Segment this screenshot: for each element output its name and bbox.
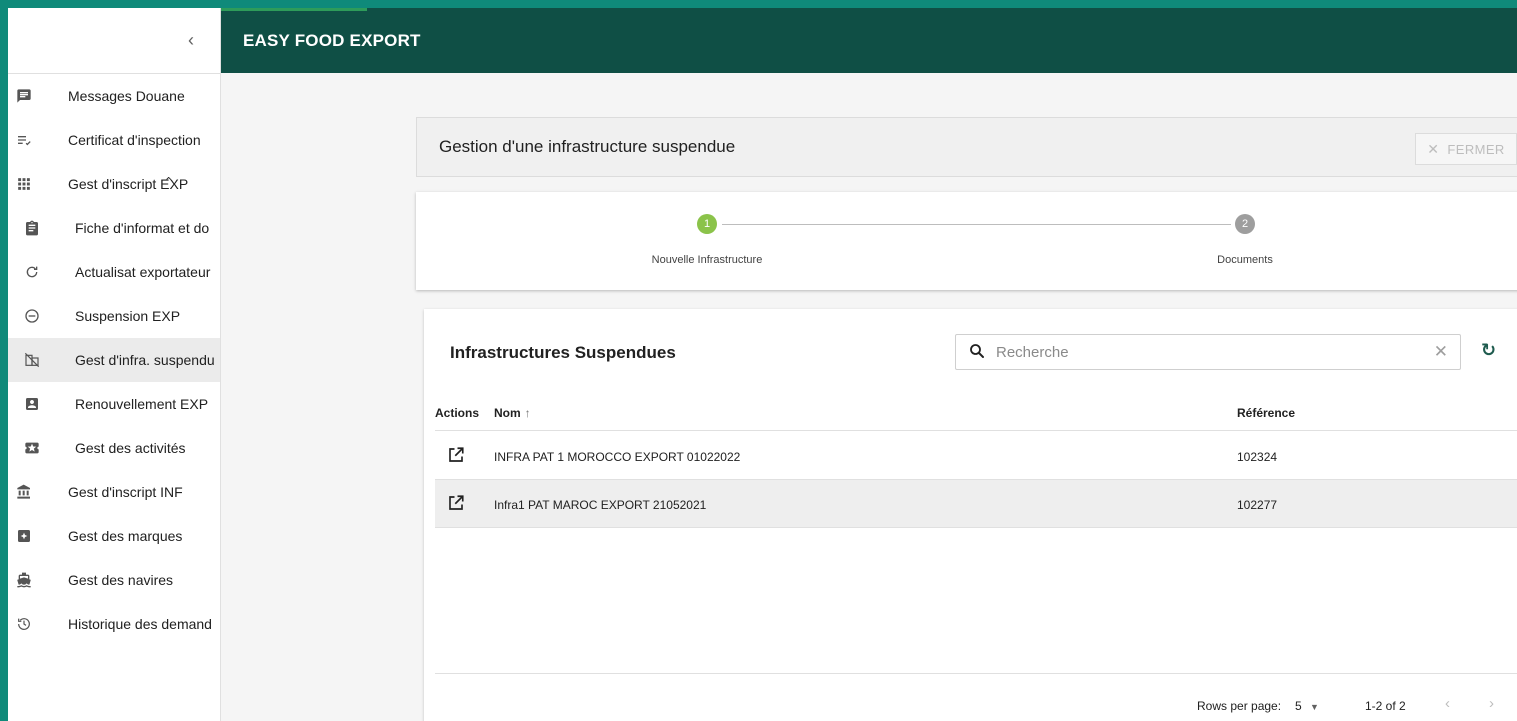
- sidebar-item-renouvellement-exp[interactable]: Renouvellement EXP: [8, 382, 220, 426]
- cell-nom: Infra1 PAT MAROC EXPORT 21052021: [494, 498, 707, 512]
- app-title: EASY FOOD EXPORT: [243, 30, 421, 50]
- next-page-icon[interactable]: ›: [1489, 695, 1494, 712]
- sidebar-item-gest-inscript-inf[interactable]: Gest d'inscript INF: [8, 470, 220, 514]
- search-box: ✕: [955, 334, 1461, 370]
- sidebar-item-label: Actualisat exportateur: [75, 264, 211, 280]
- search-input[interactable]: [996, 341, 1416, 363]
- page-title: Gestion d'une infrastructure suspendue: [439, 137, 736, 156]
- chevron-up-icon[interactable]: ⌄: [164, 174, 173, 187]
- refresh-table-icon[interactable]: ↻: [1481, 340, 1496, 361]
- sidebar-item-gest-infra-suspendu[interactable]: Gest d'infra. suspendu: [8, 338, 220, 382]
- column-header-reference[interactable]: Référence: [1237, 406, 1295, 420]
- step-connector: [722, 224, 1231, 225]
- sidebar-item-label: Suspension EXP: [75, 308, 181, 324]
- sidebar-header: ‹: [8, 8, 220, 74]
- ticket-icon: [22, 438, 42, 458]
- sidebar-item-fiche-informat[interactable]: Fiche d'informat et do: [8, 206, 220, 250]
- sidebar-item-gest-marques[interactable]: Gest des marques: [8, 514, 220, 558]
- collapse-sidebar-button[interactable]: ‹: [188, 30, 194, 51]
- cell-nom: INFRA PAT 1 MOROCCO EXPORT 01022022: [494, 450, 741, 464]
- page-header: Gestion d'une infrastructure suspendue ✕…: [416, 117, 1517, 177]
- sidebar-item-gest-activites[interactable]: Gest des activités: [8, 426, 220, 470]
- grid-icon: [14, 174, 34, 194]
- rows-per-page-label: Rows per page:: [1197, 699, 1282, 713]
- table-title: Infrastructures Suspendues: [450, 343, 676, 362]
- close-button[interactable]: ✕ FERMER: [1415, 133, 1517, 165]
- sidebar-item-actualisat-exportateur[interactable]: Actualisat exportateur: [8, 250, 220, 294]
- search-icon: [970, 344, 984, 358]
- cell-reference: 102277: [1237, 498, 1278, 512]
- cell-reference: 102324: [1237, 450, 1278, 464]
- rows-per-page-select[interactable]: 5 ▼: [1295, 699, 1319, 713]
- minus-circle-icon: [22, 306, 42, 326]
- step-1-label: Nouvelle Infrastructure: [651, 254, 763, 266]
- sidebar-item-suspension-exp[interactable]: Suspension EXP: [8, 294, 220, 338]
- open-in-new-icon[interactable]: [447, 446, 465, 464]
- topbar-accent: [221, 8, 367, 11]
- sidebar-item-historique-demandes[interactable]: Historique des demand: [8, 602, 220, 646]
- close-button-label: FERMER: [1447, 141, 1505, 157]
- clear-search-icon[interactable]: ✕: [1434, 342, 1448, 362]
- previous-page-icon[interactable]: ‹: [1445, 695, 1450, 712]
- sidebar-item-gest-inscript-exp[interactable]: Gest d'inscript EXP ⌄: [8, 162, 220, 206]
- sidebar-nav: Messages Douane Certificat d'inspection …: [8, 74, 220, 646]
- main-content: Gestion d'une infrastructure suspendue ✕…: [221, 73, 1517, 721]
- sidebar-item-gest-navires[interactable]: Gest des navires: [8, 558, 220, 602]
- column-header-nom[interactable]: Nom ↑: [494, 406, 531, 420]
- sidebar-item-label: Gest d'inscript INF: [68, 484, 183, 500]
- stepper: 1 2 Nouvelle Infrastructure Documents: [416, 192, 1517, 290]
- sidebar: ‹ Messages Douane Certificat d'inspectio…: [8, 8, 221, 721]
- table-row: Infra1 PAT MAROC EXPORT 21052021 102277: [435, 480, 1517, 528]
- checklist-icon: [14, 130, 34, 150]
- refresh-icon: [22, 262, 42, 282]
- sidebar-item-certificat-inspection[interactable]: Certificat d'inspection: [8, 118, 220, 162]
- domain-disabled-icon: [22, 350, 42, 370]
- ship-icon: [14, 570, 34, 590]
- step-2-indicator[interactable]: 2: [1235, 214, 1255, 234]
- step-2-label: Documents: [1217, 254, 1273, 266]
- close-icon: ✕: [1427, 140, 1440, 157]
- sidebar-item-label: Renouvellement EXP: [75, 396, 209, 412]
- sidebar-item-messages-douane[interactable]: Messages Douane: [8, 74, 220, 118]
- table-pagination: Rows per page: 5 ▼ 1-2 of 2 ‹ ›: [435, 673, 1517, 721]
- sparkle-box-icon: [14, 526, 34, 546]
- sidebar-item-label: Gest des navires: [68, 572, 174, 588]
- step-1-indicator[interactable]: 1: [697, 214, 717, 234]
- history-icon: [14, 614, 34, 634]
- sidebar-item-label: Gest des marques: [68, 528, 183, 544]
- account-box-icon: [22, 394, 42, 414]
- sort-arrow-icon[interactable]: ↑: [525, 406, 531, 420]
- message-icon: [14, 86, 34, 106]
- sidebar-item-label: Gest des activités: [75, 440, 186, 456]
- top-app-bar: EASY FOOD EXPORT: [221, 8, 1517, 73]
- clipboard-icon: [22, 218, 42, 238]
- sidebar-item-label: Historique des demand: [68, 616, 212, 632]
- table-row: INFRA PAT 1 MOROCCO EXPORT 01022022 1023…: [435, 432, 1517, 480]
- table-header: Actions Nom ↑ Référence: [435, 391, 1517, 431]
- column-header-nom-label: Nom: [494, 406, 521, 420]
- sidebar-item-label: Gest d'infra. suspendu: [75, 352, 215, 368]
- bank-icon: [14, 482, 34, 502]
- column-header-actions: Actions: [435, 406, 480, 420]
- open-in-new-icon[interactable]: [447, 494, 465, 512]
- dropdown-arrow-icon: ▼: [1310, 702, 1319, 712]
- sidebar-item-label: Messages Douane: [68, 88, 185, 104]
- sidebar-item-label: Fiche d'informat et do: [75, 220, 210, 236]
- rows-per-page-value: 5: [1295, 699, 1302, 713]
- sidebar-item-label: Certificat d'inspection: [68, 132, 201, 148]
- pagination-range: 1-2 of 2: [1365, 699, 1406, 713]
- infrastructures-table-card: Infrastructures Suspendues ✕ ↻ Actions N…: [424, 309, 1517, 721]
- app-window: ‹ Messages Douane Certificat d'inspectio…: [0, 0, 1517, 721]
